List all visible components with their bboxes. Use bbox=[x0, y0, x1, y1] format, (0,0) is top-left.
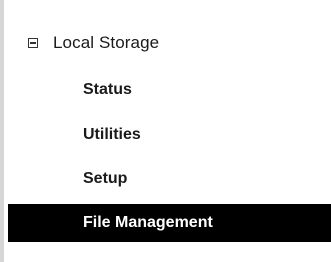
collapse-minus-icon[interactable] bbox=[28, 38, 38, 48]
sidebar-item-setup[interactable]: Setup bbox=[8, 160, 331, 198]
sidebar-item-status[interactable]: Status bbox=[8, 71, 331, 109]
sidebar-item-utilities[interactable]: Utilities bbox=[8, 116, 331, 154]
sidebar-item-file-management[interactable]: File Management bbox=[8, 204, 331, 242]
minus-glyph bbox=[30, 42, 36, 44]
section-label-local-storage: Local Storage bbox=[53, 33, 160, 52]
sidebar-item-label: Status bbox=[83, 81, 132, 98]
sidebar-item-label: Utilities bbox=[83, 126, 141, 143]
sidebar-item-label: Setup bbox=[83, 170, 128, 187]
local-storage-section-header[interactable]: Local Storage bbox=[17, 28, 159, 58]
sidebar-nav: Local Storage Status Utilities Setup Fil… bbox=[0, 0, 331, 262]
sidebar-item-label: File Management bbox=[83, 214, 213, 231]
